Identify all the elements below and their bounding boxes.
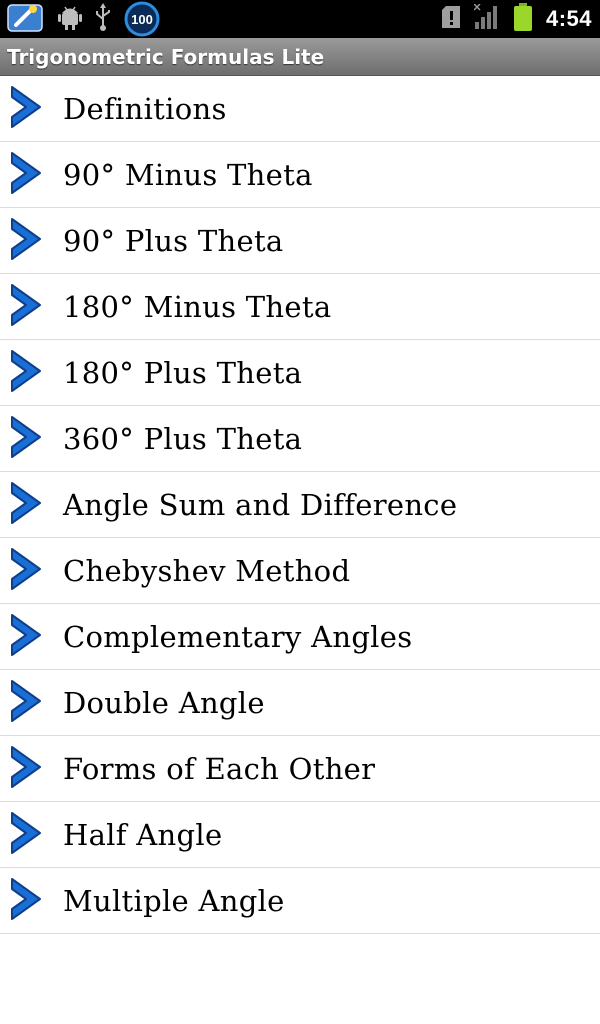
- status-bar-left: 100: [6, 1, 172, 37]
- list-item-label: Multiple Angle: [63, 883, 285, 918]
- usb-icon: [94, 3, 112, 35]
- chevron-right-icon: [0, 811, 63, 859]
- status-bar-right: 4:54: [428, 3, 592, 35]
- list-item[interactable]: Definitions: [0, 76, 600, 142]
- list-item-label: 180° Plus Theta: [63, 355, 303, 390]
- list-item[interactable]: Forms of Each Other: [0, 736, 600, 802]
- list-item[interactable]: Double Angle: [0, 670, 600, 736]
- chevron-right-icon: [0, 415, 63, 463]
- list-item[interactable]: 90° Minus Theta: [0, 142, 600, 208]
- list-item-label: Definitions: [63, 91, 227, 126]
- list-item-label: Chebyshev Method: [63, 553, 351, 588]
- list-item[interactable]: Multiple Angle: [0, 868, 600, 934]
- battery-icon: [513, 3, 532, 35]
- list-item[interactable]: 360° Plus Theta: [0, 406, 600, 472]
- chevron-right-icon: [0, 151, 63, 199]
- list-item-label: 180° Minus Theta: [63, 289, 332, 324]
- chevron-right-icon: [0, 679, 63, 727]
- battery-percent-badge-icon: 100: [124, 1, 160, 37]
- android-debug-icon: [58, 4, 82, 34]
- title-bar: Trigonometric Formulas Lite: [0, 38, 600, 76]
- chevron-right-icon: [0, 349, 63, 397]
- sd-card-alert-icon: [441, 6, 460, 32]
- chevron-right-icon: [0, 613, 63, 661]
- list-item[interactable]: Complementary Angles: [0, 604, 600, 670]
- list-item-label: 360° Plus Theta: [63, 421, 303, 456]
- status-bar: 100 4:54: [0, 0, 600, 38]
- chevron-right-icon: [0, 877, 63, 925]
- chevron-right-icon: [0, 481, 63, 529]
- battery-percent-text: 100: [131, 11, 153, 27]
- list-item-label: Angle Sum and Difference: [63, 487, 458, 522]
- list-item[interactable]: Angle Sum and Difference: [0, 472, 600, 538]
- chevron-right-icon: [0, 85, 63, 133]
- list-item-label: Double Angle: [63, 685, 265, 720]
- list-item[interactable]: 180° Plus Theta: [0, 340, 600, 406]
- chevron-right-icon: [0, 217, 63, 265]
- app-launcher-icon: [6, 1, 46, 37]
- formula-category-list: Definitions 90° Minus Theta 90° Plus The…: [0, 76, 600, 934]
- chevron-right-icon: [0, 745, 63, 793]
- list-item[interactable]: Chebyshev Method: [0, 538, 600, 604]
- chevron-right-icon: [0, 547, 63, 595]
- list-item-label: Forms of Each Other: [63, 751, 376, 786]
- list-item[interactable]: Half Angle: [0, 802, 600, 868]
- list-item-label: Complementary Angles: [63, 619, 413, 654]
- signal-strength-icon: [473, 3, 500, 34]
- app-title: Trigonometric Formulas Lite: [7, 44, 325, 69]
- list-item[interactable]: 90° Plus Theta: [0, 208, 600, 274]
- chevron-right-icon: [0, 283, 63, 331]
- list-item-label: 90° Minus Theta: [63, 157, 313, 192]
- status-clock: 4:54: [545, 6, 592, 31]
- list-item-label: 90° Plus Theta: [63, 223, 284, 258]
- list-item[interactable]: 180° Minus Theta: [0, 274, 600, 340]
- list-item-label: Half Angle: [63, 817, 223, 852]
